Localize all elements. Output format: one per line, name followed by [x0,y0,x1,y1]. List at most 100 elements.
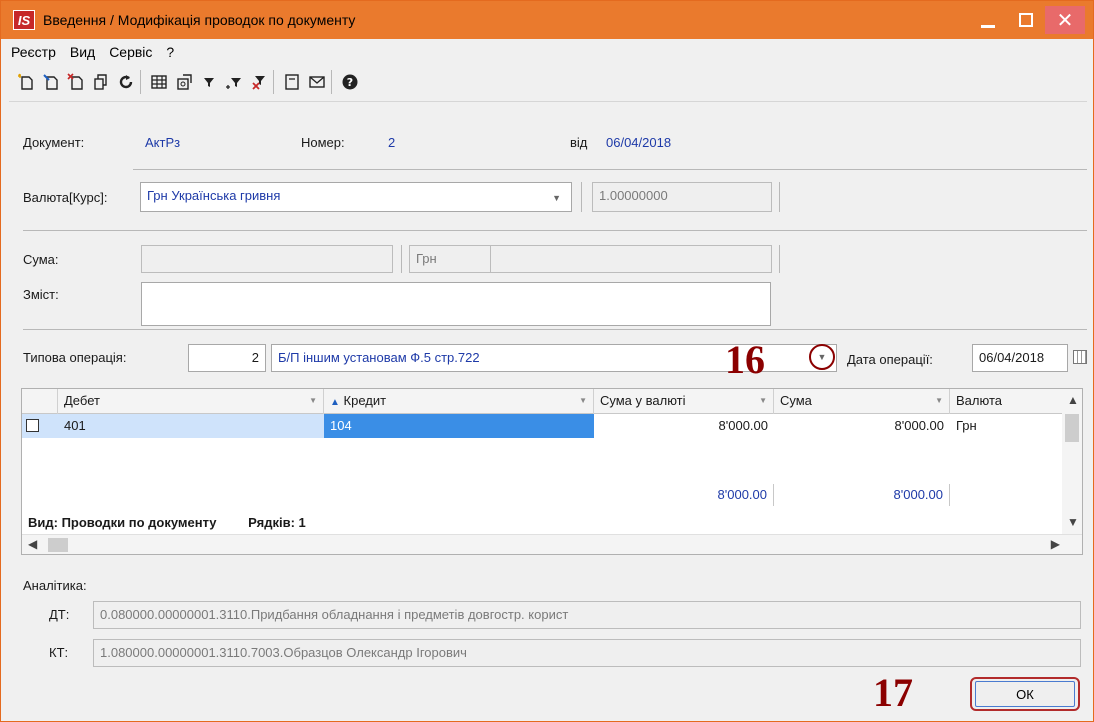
grid-header-sum-currency-label: Сума у валюті [600,393,686,408]
vertical-scrollbar[interactable]: ▲ ▼ [1062,389,1082,534]
minimize-icon [981,24,995,28]
document-value: АктРз [145,135,181,150]
grid-header-sum[interactable]: Сума ▼ [774,389,950,414]
row-checkbox[interactable] [26,419,39,432]
operation-label: Типова операція: [23,350,127,365]
rows-count-label: Рядків: 1 [248,515,306,530]
grid-header-sum-currency[interactable]: Сума у валюті ▼ [594,389,774,414]
menu-registry[interactable]: Реєстр [11,44,56,60]
maximize-button[interactable] [1007,6,1045,34]
grid-header-debit-label: Дебет [64,393,100,408]
scroll-down-icon[interactable]: ▼ [1067,515,1079,529]
currency-label: Валюта[Курс]: [23,190,108,205]
scroll-left-icon[interactable]: ◀ [28,537,37,551]
number-value: 2 [388,135,396,150]
filter-icon[interactable] [196,70,221,95]
cell-debit: 401 [64,418,86,433]
grid-header-checkbox-col [22,389,58,414]
table-icon[interactable] [146,70,171,95]
cell-currency: Грн [950,414,1062,438]
title-bar[interactable]: IS Введення / Модифікація проводок по до… [1,1,1093,39]
grid-header: Дебет ▼ ▲ Кредит ▼ Сума у валюті ▼ Сума … [22,389,1062,414]
filter-dropdown-icon[interactable]: ▼ [309,396,317,405]
grid-header-debit[interactable]: Дебет ▼ [58,389,324,414]
horizontal-scrollbar[interactable]: ◀ ▶ [22,534,1082,554]
dt-label: ДТ: [49,607,70,622]
date-label: від [570,135,588,150]
filter-dropdown-icon[interactable]: ▼ [935,396,943,405]
date-value: 06/04/2018 [606,135,672,150]
section-divider [23,329,1087,330]
total-sum-currency: 8'000.00 [594,484,774,506]
sum-amount-field [141,245,393,273]
dt-analytics-field: 0.080000.00000001.3110.Придбання обладна… [93,601,1081,629]
vertical-divider [581,182,582,212]
svg-text:?: ? [346,76,352,89]
entries-grid: Дебет ▼ ▲ Кредит ▼ Сума у валюті ▼ Сума … [21,388,1083,555]
annotation-step-16: 16 [725,337,765,382]
section-divider [133,169,1087,170]
annotation-step-17: 17 [873,670,913,715]
kt-analytics-field: 1.080000.00000001.3110.7003.Образцов Оле… [93,639,1081,667]
sum-extra-field [490,245,772,273]
filter-add-icon[interactable] [221,70,246,95]
grid-header-credit[interactable]: ▲ Кредит ▼ [324,389,594,414]
minimize-button[interactable] [969,6,1007,34]
operation-date-field[interactable]: 06/04/2018 [972,344,1068,372]
scroll-right-icon[interactable]: ▶ [1051,537,1060,551]
delete-icon[interactable] [63,70,88,95]
currency-rate-field: 1.00000000 [592,182,772,212]
menu-service[interactable]: Сервіс [109,44,152,60]
dialog-window: IS Введення / Модифікація проводок по до… [0,0,1094,722]
section-divider [23,230,1087,231]
scroll-up-icon[interactable]: ▲ [1067,393,1079,407]
number-label: Номер: [301,135,345,150]
cell-credit[interactable]: 104 [324,414,594,438]
menu-view[interactable]: Вид [70,44,95,60]
grid-header-currency[interactable]: Валюта [950,389,1062,414]
toolbar-divider [9,101,1087,102]
calendar-icon[interactable] [1073,350,1087,364]
filter-dropdown-icon[interactable]: ▼ [579,396,587,405]
currency-value: Грн Українська гривня [147,188,281,203]
operation-dropdown-button[interactable]: ▼ [809,344,835,370]
sum-currency-field: Грн [409,245,491,273]
view-label: Вид: Проводки по документу [28,515,217,530]
window-controls: ✕ [969,1,1085,39]
grid-header-sum-label: Сума [780,393,812,408]
maximize-icon [1019,13,1033,27]
add-icon[interactable] [13,70,38,95]
export-icon[interactable] [171,70,196,95]
scroll-thumb[interactable] [1065,414,1079,442]
sum-label: Сума: [23,252,59,267]
content-textarea[interactable] [141,282,771,326]
window-title: Введення / Модифікація проводок по докум… [43,12,356,28]
chevron-down-icon[interactable]: ▼ [552,193,561,203]
grid-header-currency-label: Валюта [956,393,1002,408]
menu-bar: Реєстр Вид Сервіс ? [1,39,1093,65]
ok-button-label: ОК [975,681,1075,707]
edit-icon[interactable] [38,70,63,95]
scroll-thumb[interactable] [48,538,68,552]
copy-icon[interactable] [88,70,113,95]
vertical-divider [779,182,780,212]
analytics-label: Аналітика: [23,578,87,593]
close-button[interactable]: ✕ [1045,6,1085,34]
filter-dropdown-icon[interactable]: ▼ [759,396,767,405]
operation-date-label: Дата операції: [847,352,933,367]
help-icon[interactable]: ? [337,70,362,95]
app-logo-icon: IS [13,10,35,30]
menu-help[interactable]: ? [166,44,174,60]
operation-code-field[interactable]: 2 [188,344,266,372]
cell-sum: 8'000.00 [774,414,950,438]
mail-icon[interactable] [304,70,329,95]
form-icon[interactable] [279,70,304,95]
ok-button[interactable]: ОК [970,677,1080,711]
refresh-icon[interactable] [113,70,138,95]
grid-header-credit-label: Кредит [343,393,387,408]
filter-clear-icon[interactable] [246,70,271,95]
table-row[interactable]: 401 104 8'000.00 8'000.00 Грн [22,414,1062,438]
cell-sum-currency: 8'000.00 [594,414,774,438]
currency-select[interactable]: Грн Українська гривня ▼ [140,182,572,212]
close-icon: ✕ [1056,9,1074,32]
